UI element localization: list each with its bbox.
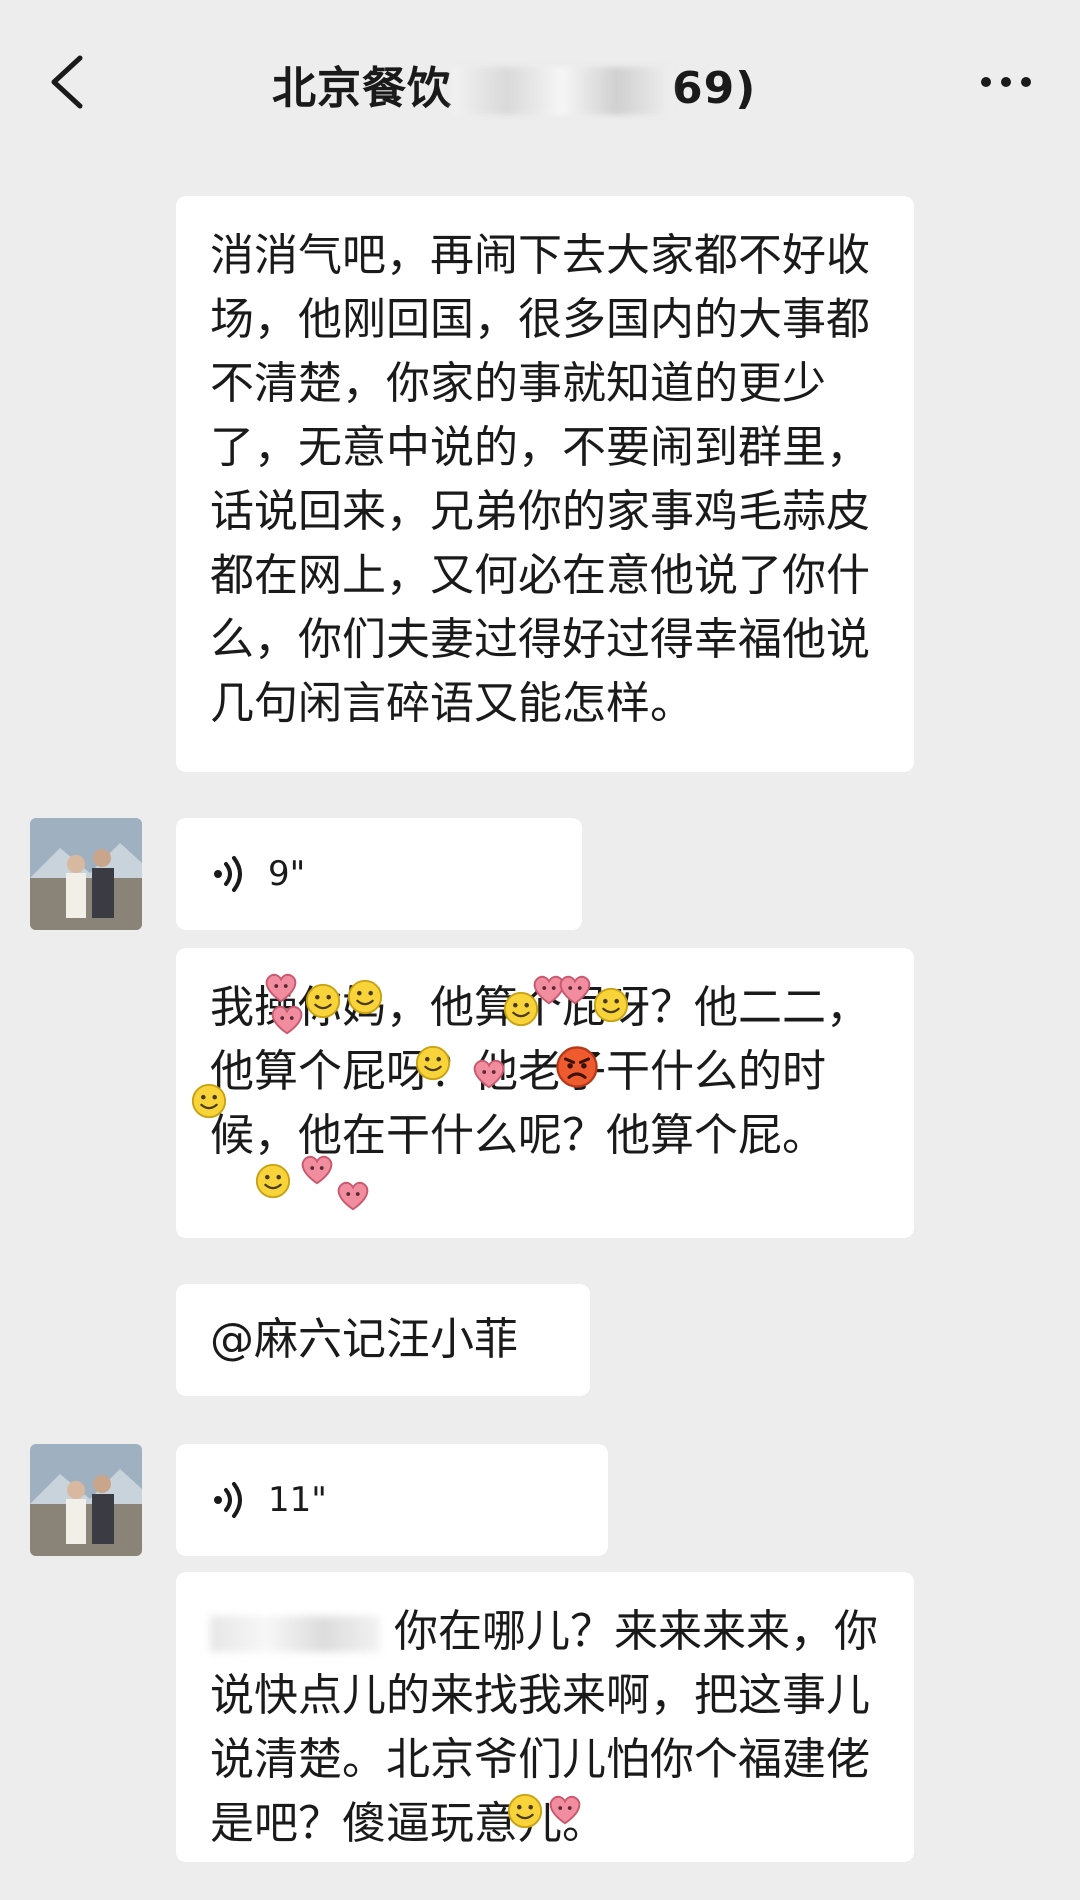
title-prefix: 北京餐饮	[272, 63, 452, 114]
angry-emoji-icon	[556, 1046, 598, 1088]
redacted-name	[210, 1616, 380, 1652]
smile-emoji-icon	[347, 979, 383, 1015]
message-text-1: 消消气吧，再闹下去大家都不好收场，他刚回国，很多国内的大事都不清楚，你家的事就知…	[210, 230, 870, 729]
voice-wave-icon	[214, 856, 242, 892]
voice-duration-2: 11"	[268, 1480, 327, 1520]
voice-duration-1: 9"	[268, 854, 306, 894]
smile-emoji-icon	[593, 987, 629, 1023]
voice-wave-icon	[214, 1482, 242, 1518]
heart-emoji-icon	[271, 1005, 303, 1035]
heart-emoji-icon	[301, 1155, 333, 1185]
smile-emoji-icon	[255, 1163, 291, 1199]
voice-message-2[interactable]: 11"	[176, 1444, 608, 1556]
smile-emoji-icon	[191, 1083, 227, 1119]
heart-emoji-icon	[337, 1181, 369, 1211]
smile-emoji-icon	[415, 1045, 451, 1081]
back-chevron-icon[interactable]	[40, 50, 100, 114]
chat-title: 北京餐饮 69)	[272, 52, 756, 116]
voice-message-1[interactable]: 9"	[176, 818, 582, 930]
more-dots-icon[interactable]	[976, 62, 1036, 102]
message-bubble-1[interactable]: 消消气吧，再闹下去大家都不好收场，他刚回国，很多国内的大事都不清楚，你家的事就知…	[176, 196, 914, 772]
title-redaction	[452, 67, 672, 115]
heart-emoji-icon	[559, 975, 591, 1005]
message-bubble-6[interactable]: 你在哪儿？来来来来，你说快点儿的来找我来啊，把这事儿说清楚。北京爷们儿怕你个福建…	[176, 1572, 914, 1862]
smile-emoji-icon	[507, 1793, 543, 1829]
avatar[interactable]	[30, 818, 142, 930]
title-suffix: 69)	[672, 63, 757, 114]
heart-emoji-icon	[549, 1795, 581, 1825]
smile-emoji-icon	[305, 983, 341, 1019]
heart-emoji-icon	[473, 1059, 505, 1089]
smile-emoji-icon	[503, 991, 539, 1027]
avatar[interactable]	[30, 1444, 142, 1556]
mention-text: @麻六记汪小菲	[210, 1314, 518, 1365]
top-bar: 北京餐饮 69)	[0, 0, 1080, 160]
message-bubble-4[interactable]: @麻六记汪小菲	[176, 1284, 590, 1396]
